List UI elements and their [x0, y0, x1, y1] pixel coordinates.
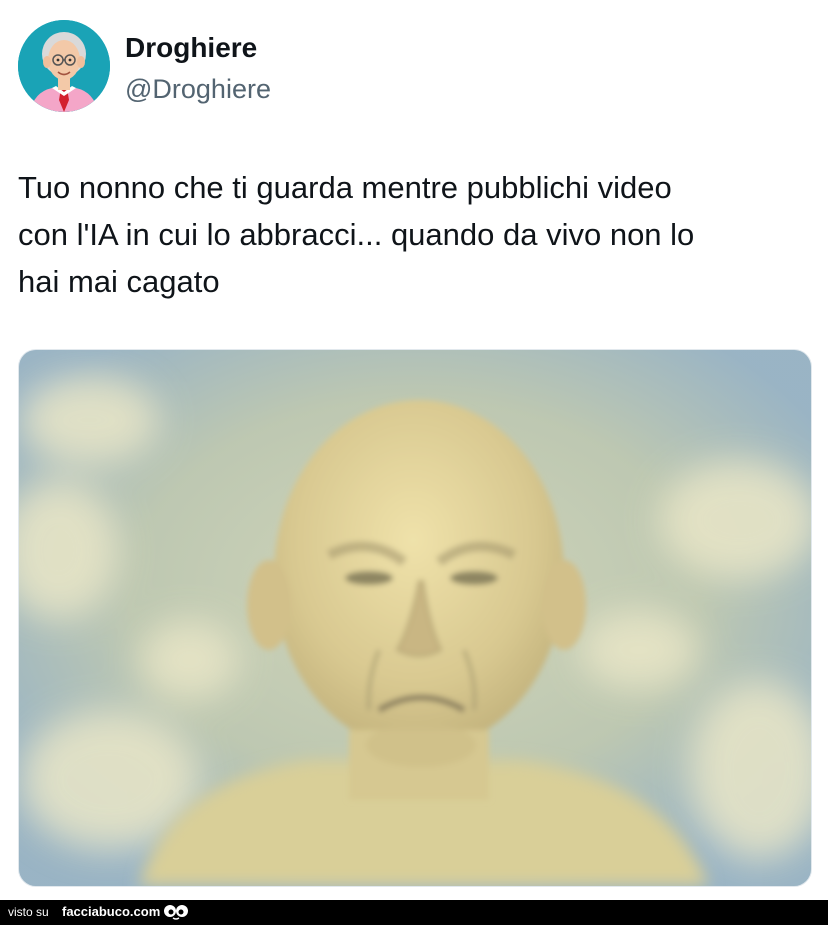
- tweet-text: Tuo nonno che ti guarda mentre pubblichi…: [18, 170, 695, 299]
- author-display-name[interactable]: Droghiere: [125, 32, 257, 64]
- author-handle[interactable]: @Droghiere: [125, 74, 271, 105]
- frowning-old-man-in-clouds-icon: [19, 350, 811, 886]
- tweet-media[interactable]: [18, 349, 812, 887]
- watermark-bar: visto su facciabuco.com: [0, 900, 828, 925]
- eyes-logo-icon: [164, 905, 188, 920]
- cartoon-old-man-avatar-icon: [18, 20, 110, 112]
- watermark-prefix: visto su: [8, 905, 49, 919]
- tweet-card: Droghiere @Droghiere Tuo nonno che ti gu…: [0, 0, 828, 900]
- watermark-site[interactable]: facciabuco.com: [62, 904, 160, 919]
- avatar[interactable]: [18, 20, 110, 112]
